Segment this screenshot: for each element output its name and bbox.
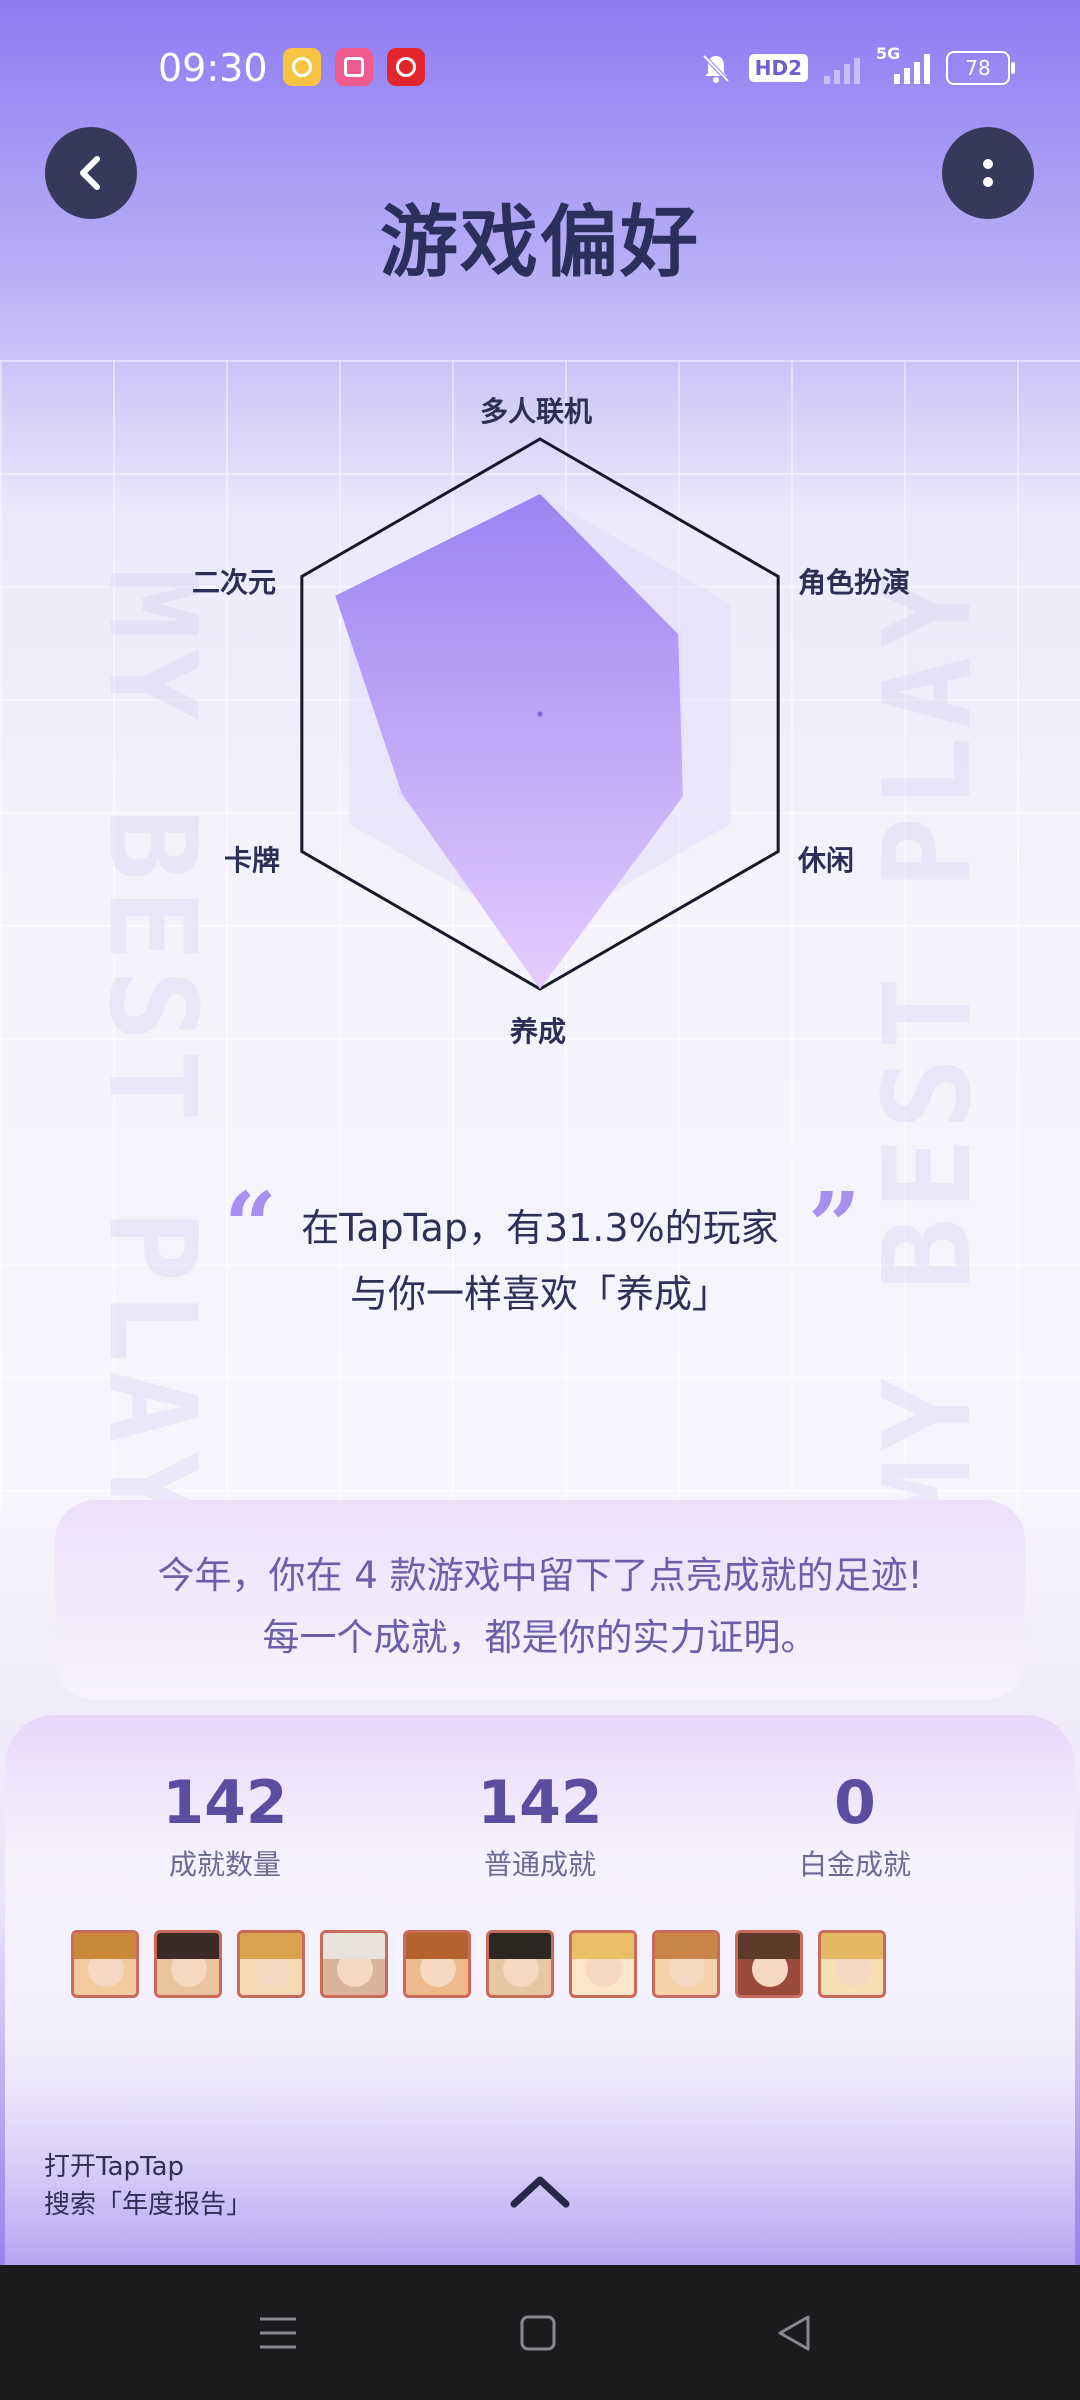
achievement-badge	[486, 1930, 554, 1998]
hint-line-1: 打开TapTap	[44, 2152, 185, 2182]
stat-platinum-achievements: 0 白金成就	[705, 1765, 1005, 1883]
stat-label: 普通成就	[483, 1848, 596, 1881]
achievement-badge	[569, 1930, 637, 1998]
achievement-badge	[735, 1930, 803, 1998]
quote-line-2: 与你一样喜欢「养成」	[349, 1272, 730, 1316]
preference-quote: 在TapTap，有31.3%的玩家 与你一样喜欢「养成」	[0, 1195, 1080, 1327]
stat-value: 142	[162, 1768, 288, 1838]
achievement-badge	[403, 1930, 471, 1998]
back-triangle-icon[interactable]	[774, 2313, 814, 2353]
stat-value: 142	[477, 1768, 603, 1838]
chevron-up-icon[interactable]	[508, 2170, 572, 2210]
stat-value: 0	[834, 1768, 876, 1838]
stat-normal-achievements: 142 普通成就	[390, 1765, 690, 1883]
radar-label-rpg: 角色扮演	[798, 566, 911, 599]
radar-center-dot	[537, 711, 543, 717]
achievement-badge-list	[71, 1930, 886, 1998]
achievement-badge	[818, 1930, 886, 1998]
achievement-badge	[320, 1930, 388, 1998]
stat-total-achievements: 142 成就数量	[75, 1765, 375, 1883]
summary-line-1: 今年，你在 4 款游戏中留下了点亮成就的足迹!	[157, 1554, 923, 1597]
stat-label: 白金成就	[798, 1848, 911, 1881]
summary-line-2: 每一个成就，都是你的实力证明。	[262, 1616, 818, 1659]
home-icon[interactable]	[518, 2313, 558, 2353]
open-taptap-hint: 打开TapTap 搜索「年度报告」	[44, 2148, 252, 2224]
stat-label: 成就数量	[168, 1848, 281, 1881]
menu-icon[interactable]	[256, 2313, 300, 2353]
radar-label-cultivation: 养成	[510, 1015, 567, 1048]
achievement-badge	[71, 1930, 139, 1998]
quote-line-1: 在TapTap，有31.3%的玩家	[301, 1206, 779, 1250]
radar-label-card: 卡牌	[224, 844, 281, 877]
radar-label-casual: 休闲	[798, 844, 855, 877]
radar-label-anime: 二次元	[192, 566, 277, 599]
achievement-badge	[154, 1930, 222, 1998]
system-nav-bar	[0, 2265, 1080, 2400]
achievement-badge	[237, 1930, 305, 1998]
preference-radar-chart	[300, 437, 780, 991]
hint-line-2: 搜索「年度报告」	[44, 2190, 253, 2220]
radar-label-multiplayer: 多人联机	[480, 395, 593, 428]
achievement-badge	[652, 1930, 720, 1998]
achievement-summary-text: 今年，你在 4 款游戏中留下了点亮成就的足迹! 每一个成就，都是你的实力证明。	[0, 1545, 1080, 1669]
